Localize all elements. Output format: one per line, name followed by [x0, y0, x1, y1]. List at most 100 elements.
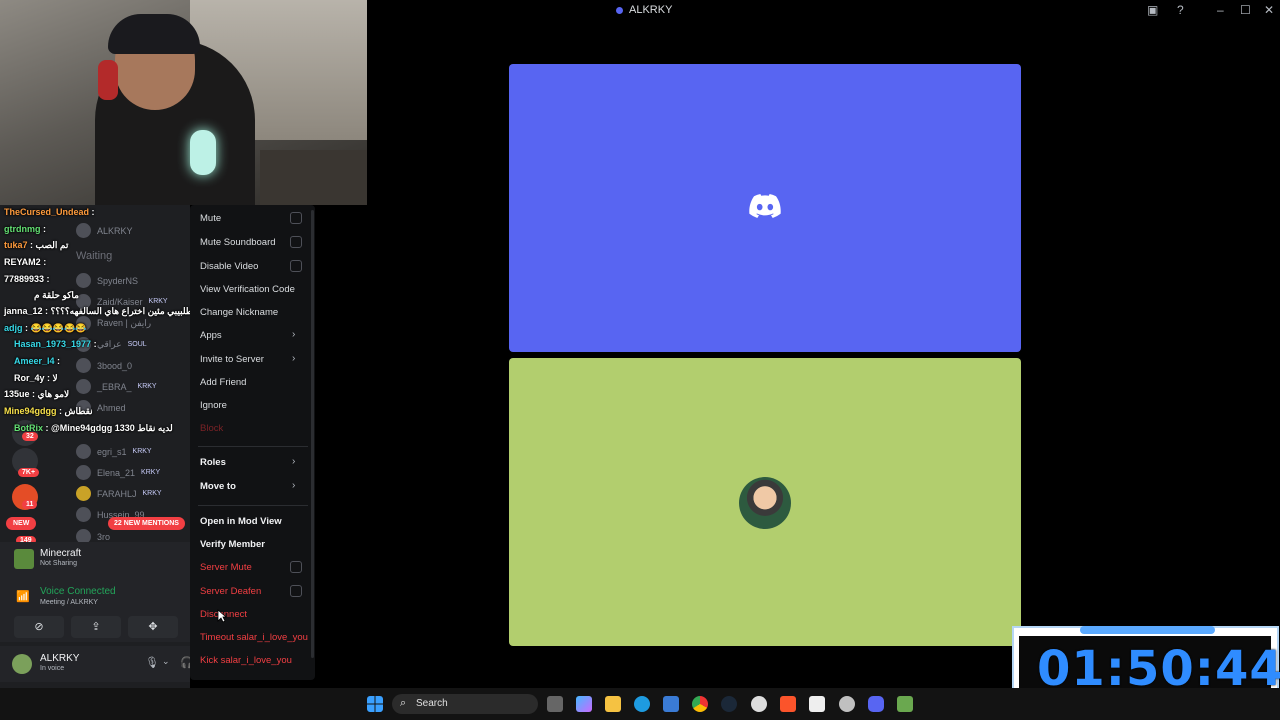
new-unreads-pill[interactable]: NEW	[6, 517, 37, 530]
voice-status[interactable]: Voice Connected	[40, 586, 116, 597]
screen-share-button[interactable]: ⇪	[71, 616, 121, 638]
chevron-right-icon: ›	[292, 456, 296, 467]
voice-member[interactable]: _EBRA_ KRKY	[76, 379, 157, 394]
menu-item-apps[interactable]: Apps	[200, 330, 222, 341]
menu-item-ignore[interactable]: Ignore	[200, 400, 227, 411]
file-explorer-icon[interactable]	[605, 696, 621, 712]
menu-item-block[interactable]: Block	[200, 423, 223, 434]
menu-item-server-mute[interactable]: Server Mute	[200, 562, 252, 573]
chat-message: adjg : 😂😂😂😂😂	[4, 323, 87, 333]
chat-message: TheCursed_Undead :	[4, 207, 95, 217]
chevron-down-icon[interactable]: ⌄	[162, 656, 170, 667]
chat-message: Mine94gdgg : نقطاش	[4, 406, 93, 416]
chat-message: ماكو حلقة م	[34, 290, 79, 300]
menu-item-mute-soundboard[interactable]: Mute Soundboard	[200, 237, 276, 248]
menu-item-server-deafen[interactable]: Server Deafen	[200, 586, 261, 597]
steam-icon[interactable]	[721, 696, 737, 712]
activities-button[interactable]: ✥	[128, 616, 178, 638]
avatar	[76, 379, 91, 394]
voice-member[interactable]: egri_s1 KRKY	[76, 444, 152, 459]
chevron-right-icon: ›	[292, 353, 296, 364]
voice-member[interactable]: SpyderNS	[76, 273, 138, 288]
help-icon[interactable]: ?	[1177, 3, 1184, 17]
inbox-icon[interactable]: ▣	[1147, 3, 1158, 17]
menu-item-disable-video[interactable]: Disable Video	[200, 261, 258, 272]
mic-icon[interactable]: 🎙	[145, 656, 159, 669]
menu-item-timeout[interactable]: Timeout salar_i_love_you	[200, 632, 308, 643]
user-panel: ALKRKY In voice 🎙 ⌄ 🎧	[0, 646, 194, 682]
voice-member[interactable]: ALKRKY	[76, 223, 133, 238]
unread-badge: 7K+	[18, 468, 40, 477]
app-icon[interactable]	[839, 696, 855, 712]
role-tag: SOUL	[127, 341, 147, 348]
obs-icon[interactable]	[751, 696, 767, 712]
copilot-icon[interactable]	[576, 696, 592, 712]
avatar[interactable]	[12, 654, 32, 674]
minecraft-icon	[14, 549, 34, 569]
menu-item-change-nickname[interactable]: Change Nickname	[200, 307, 278, 318]
voice-member[interactable]: FARAHLJ KRKY	[76, 486, 162, 501]
search-label: Search	[416, 698, 448, 709]
menu-item-add-friend[interactable]: Add Friend	[200, 377, 246, 388]
checkbox[interactable]	[290, 561, 302, 573]
chat-message: Ameer_l4 :	[14, 356, 61, 366]
username[interactable]: ALKRKY	[40, 653, 79, 664]
checkbox[interactable]	[290, 260, 302, 272]
menu-item-mute[interactable]: Mute	[200, 213, 221, 224]
context-menu-scrollbar[interactable]	[311, 210, 314, 658]
checkbox[interactable]	[290, 585, 302, 597]
minecraft-taskbar-icon[interactable]	[897, 696, 913, 712]
timer-accent-top	[1080, 626, 1215, 634]
voice-member[interactable]: 3bood_0	[76, 358, 132, 373]
avatar	[76, 507, 91, 522]
voice-member[interactable]: Raven | رايفن	[76, 316, 151, 331]
avatar	[739, 477, 791, 529]
role-tag: KRKY	[148, 298, 168, 305]
discord-icon	[616, 6, 623, 14]
capcut-icon[interactable]	[809, 696, 825, 712]
chat-message: Hasan_1973_1977 :	[14, 339, 97, 349]
video-tile-stream[interactable]	[509, 64, 1021, 352]
menu-item-invite-to-server[interactable]: Invite to Server	[200, 354, 264, 365]
signal-icon[interactable]: 📶	[16, 590, 30, 603]
voice-channel-name[interactable]: Meeting / ALKRKY	[40, 599, 98, 606]
maximize-button[interactable]: ☐	[1240, 3, 1251, 17]
mouse-cursor	[217, 609, 227, 623]
voice-member[interactable]: Waiting	[76, 250, 112, 262]
menu-item-view-verification-code[interactable]: View Verification Code	[200, 284, 295, 295]
menu-item-verify-member[interactable]: Verify Member	[200, 539, 265, 550]
avatar	[76, 444, 91, 459]
menu-item-open-in-mod-view[interactable]: Open in Mod View	[200, 516, 282, 527]
checkbox[interactable]	[290, 236, 302, 248]
chat-message: Ror_4y : لا	[14, 373, 58, 383]
brave-icon[interactable]	[780, 696, 796, 712]
window-title: ALKRKY	[616, 4, 672, 16]
checkbox[interactable]	[290, 212, 302, 224]
title-bar: ALKRKY ▣ ? – ☐ ✕	[367, 0, 1280, 22]
chat-message: 135ue : لامو هاي	[4, 389, 70, 399]
windows-start-icon[interactable]	[367, 696, 383, 712]
chrome-icon[interactable]	[692, 696, 708, 712]
role-tag: KRKY	[137, 383, 157, 390]
minimize-button[interactable]: –	[1217, 3, 1224, 17]
new-mentions-pill[interactable]: 22 NEW MENTIONS	[108, 517, 185, 530]
menu-item-kick[interactable]: Kick salar_i_love_you	[200, 655, 292, 666]
voice-member[interactable]: Elena_21 KRKY	[76, 465, 160, 480]
menu-item-roles[interactable]: Roles	[200, 457, 226, 468]
video-tile-member[interactable]	[509, 358, 1021, 646]
avatar	[76, 273, 91, 288]
chevron-right-icon: ›	[292, 329, 296, 340]
taskbar-search[interactable]: ⌕ Search	[392, 694, 538, 714]
chat-message: gtrdnmg :	[4, 224, 46, 234]
menu-item-move-to[interactable]: Move to	[200, 481, 236, 492]
camera-off-button[interactable]: ⊘	[14, 616, 64, 638]
edge-icon[interactable]	[634, 696, 650, 712]
webcam-microphone	[190, 130, 216, 175]
store-icon[interactable]	[663, 696, 679, 712]
task-view-icon[interactable]	[547, 696, 563, 712]
close-button[interactable]: ✕	[1264, 3, 1274, 17]
voice-connection-panel: 📶 Voice Connected Meeting / ALKRKY	[0, 582, 190, 612]
discord-taskbar-icon[interactable]	[868, 696, 884, 712]
chevron-right-icon: ›	[292, 480, 296, 491]
chat-message: janna_12 : يطلبيبي مئين اختراع هاي السال…	[4, 306, 196, 316]
